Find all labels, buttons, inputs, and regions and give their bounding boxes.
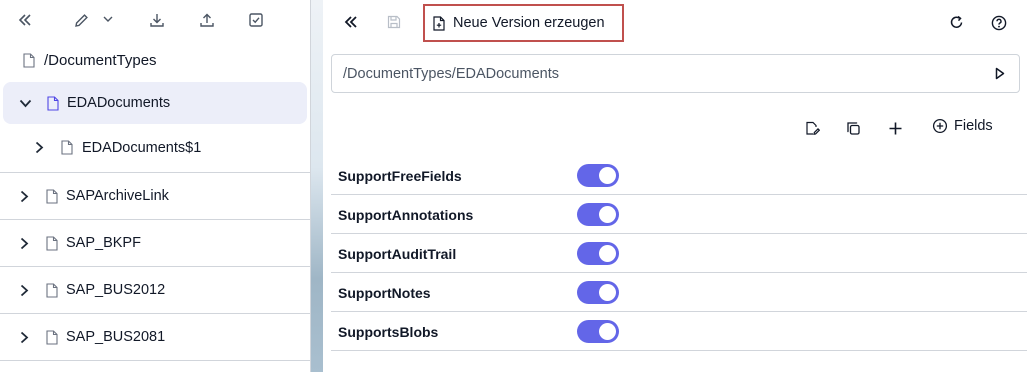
file-icon [45, 282, 59, 298]
tree-item-edadocuments-1[interactable]: EDADocuments$1 [0, 124, 311, 171]
path-input-value: /DocumentTypes/EDADocuments [343, 65, 559, 82]
edit-document-icon[interactable] [804, 120, 820, 136]
toggle-knob [599, 206, 616, 223]
document-tree-sidebar: /DocumentTypes EDADocuments EDADocuments… [0, 0, 311, 372]
path-input[interactable]: /DocumentTypes/EDADocuments [331, 54, 1020, 93]
help-icon[interactable] [990, 14, 1007, 31]
toggle-knob [599, 167, 616, 184]
property-row: SupportAnnotations [331, 196, 1027, 234]
tree-item-label: EDADocuments [67, 95, 171, 111]
file-plus-icon [433, 15, 445, 31]
toggle-knob [599, 245, 616, 262]
collapse-panel-icon[interactable] [343, 14, 359, 30]
chevron-down-icon[interactable] [17, 95, 33, 111]
property-row: SupportAuditTrail [331, 235, 1027, 273]
chevron-right-icon[interactable] [16, 188, 32, 204]
save-icon[interactable] [386, 14, 402, 30]
tree-item-edadocuments[interactable]: EDADocuments [3, 82, 307, 124]
file-icon [60, 140, 74, 156]
property-row: SupportNotes [331, 274, 1027, 312]
tree-item-sap-bus2012[interactable]: SAP_BUS2012 [0, 266, 311, 313]
play-icon[interactable] [995, 67, 1005, 84]
tree-item-sap-bus2081[interactable]: SAP_BUS2081 [0, 313, 311, 360]
file-icon [45, 188, 59, 204]
new-version-label: Neue Version erzeugen [453, 15, 605, 31]
checkbox-select-icon[interactable] [247, 11, 265, 29]
property-row: SupportsBlobs [331, 313, 1027, 351]
panel-resize-handle[interactable] [311, 0, 323, 372]
property-label: SupportFreeFields [338, 167, 462, 184]
upload-icon[interactable] [198, 11, 216, 29]
tree-item-sap-bkpf[interactable]: SAP_BKPF [0, 219, 311, 266]
root-path-label: /DocumentTypes [44, 51, 157, 69]
property-label: SupportAuditTrail [338, 245, 457, 262]
tree-item-saparchivelink[interactable]: SAPArchiveLink [0, 172, 311, 219]
file-icon [22, 52, 36, 68]
root-path: /DocumentTypes [22, 50, 157, 70]
tree-item-label: SAP_BUS2081 [66, 329, 166, 345]
toggle-knob [599, 284, 616, 301]
property-toggle[interactable] [577, 320, 619, 343]
property-row: SupportFreeFields [331, 157, 1027, 195]
fields-label: Fields [954, 118, 993, 134]
edit-dropdown-chevron-icon[interactable] [102, 13, 114, 25]
chevron-right-icon[interactable] [16, 235, 32, 251]
property-label: SupportAnnotations [338, 206, 474, 223]
file-icon [45, 235, 59, 251]
tree-divider [0, 360, 311, 361]
download-icon[interactable] [148, 11, 166, 29]
refresh-icon[interactable] [948, 14, 964, 30]
toggle-knob [599, 323, 616, 340]
property-toggle[interactable] [577, 164, 619, 187]
collapse-sidebar-icon[interactable] [16, 11, 34, 29]
property-label: SupportsBlobs [338, 323, 439, 340]
edit-icon[interactable] [72, 11, 90, 29]
add-fields-button[interactable]: Fields [932, 118, 993, 134]
plus-circle-icon [932, 118, 948, 134]
tree-item-label: SAPArchiveLink [66, 188, 169, 204]
property-toggle[interactable] [577, 203, 619, 226]
copy-icon[interactable] [845, 120, 861, 136]
tree-item-label: SAP_BUS2012 [66, 282, 166, 298]
chevron-right-icon[interactable] [16, 282, 32, 298]
chevron-right-icon[interactable] [16, 329, 32, 345]
chevron-right-icon[interactable] [31, 140, 47, 156]
add-icon[interactable] [887, 120, 903, 136]
detail-panel: Neue Version erzeugen /DocumentTypes/EDA… [323, 0, 1027, 372]
file-icon [45, 329, 59, 345]
property-label: SupportNotes [338, 284, 431, 301]
property-toggle[interactable] [577, 281, 619, 304]
tree-item-label: SAP_BKPF [66, 235, 141, 251]
file-icon [46, 95, 60, 111]
property-toggle[interactable] [577, 242, 619, 265]
new-version-button[interactable]: Neue Version erzeugen [423, 4, 624, 42]
tree-item-label: EDADocuments$1 [82, 139, 202, 156]
